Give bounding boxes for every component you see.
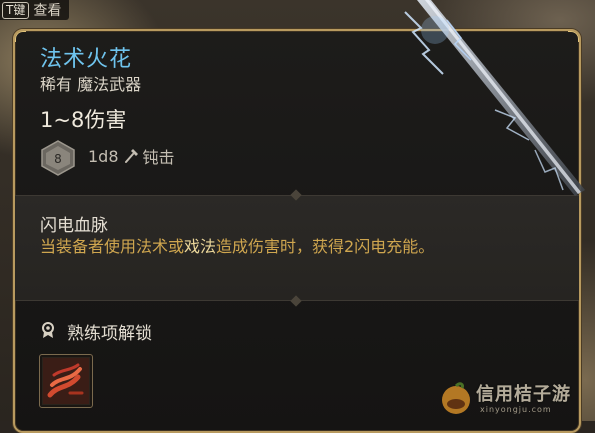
die-formula: 1d8 [88,146,119,166]
passive-desc-keyword: 戏法 [184,237,217,256]
item-damage: 1~8伤害 [40,108,127,132]
item-name: 法术火花 [40,47,133,72]
item-rarity-type: 稀有 魔法武器 [40,75,142,94]
section-divider-diamond [290,295,302,307]
passive-section: 闪电血脉 当装备者使用法术或戏法造成伤害时，获得2闪电充能。 [15,189,579,307]
dice-stat: 1d8 钝击 [88,144,175,168]
passive-title: 闪电血脉 [40,216,108,236]
hammer-icon [123,148,139,164]
dice-icon: 8 [39,140,77,176]
frame-corner [15,31,26,42]
passive-description: 当装备者使用法术或戏法造成伤害时，获得2闪电充能。 [40,235,540,258]
t-key-badge: T键 [2,1,30,19]
view-hint: T键 查看 [0,0,70,20]
item-tooltip: 法术火花 稀有 魔法武器 1~8伤害 8 1d8 钝击 闪电血脉 当装备者使用法… [13,29,581,433]
passive-desc-text: 造成伤害时，获得2闪电充能。 [216,237,435,256]
view-hint-label: 查看 [33,3,62,19]
passive-desc-text: 当装备者使用法术或 [40,237,185,256]
skill-icon[interactable] [39,354,93,408]
proficiency-icon [40,321,56,339]
section-divider-diamond [290,189,302,201]
damage-type: 钝击 [142,148,175,167]
dice-value: 8 [54,152,62,166]
frame-corner [568,31,579,42]
proficiency-label: 熟练项解锁 [67,324,152,344]
